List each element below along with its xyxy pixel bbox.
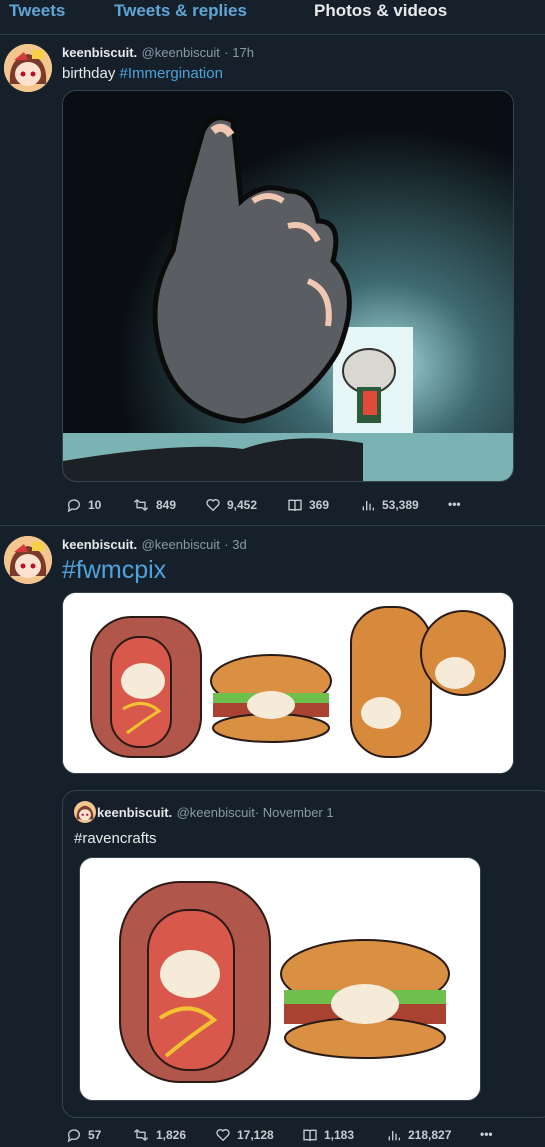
like-button[interactable]: 17,128	[215, 1127, 274, 1143]
avatar-icon	[4, 44, 52, 92]
like-count: 17,128	[237, 1128, 274, 1142]
avatar[interactable]	[4, 44, 52, 92]
reply-icon	[67, 1129, 80, 1143]
reply-icon	[67, 499, 80, 513]
quoted-author-name: keenbiscuit.	[97, 805, 173, 820]
tweet-text: birthday #Immergination	[62, 65, 223, 82]
tweet-text: #fwmcpix	[62, 556, 166, 585]
retweet-count: 1,826	[156, 1128, 187, 1142]
like-button[interactable]: 9,452	[205, 497, 257, 513]
tweet-divider	[0, 525, 545, 526]
middle-finger-illustration	[63, 91, 513, 481]
reply-button[interactable]: 10	[66, 497, 101, 513]
bookmark-button[interactable]: 1,183	[302, 1127, 354, 1143]
avatar[interactable]	[4, 536, 52, 584]
quoted-tweet[interactable]: keenbiscuit. @keenbiscuit· November 1 #r…	[62, 790, 545, 1118]
retweet-button[interactable]: 1,826	[132, 1127, 186, 1143]
retweet-button[interactable]: 849	[132, 497, 176, 513]
avatar-icon	[4, 536, 52, 584]
reply-button[interactable]: 57	[66, 1127, 101, 1143]
like-icon	[216, 1129, 230, 1142]
more-icon[interactable]: •••	[480, 1127, 493, 1141]
views-button[interactable]: 53,389	[360, 497, 419, 513]
quoted-tweet-header: keenbiscuit. @keenbiscuit· November 1	[97, 804, 334, 822]
like-count: 9,452	[227, 498, 258, 512]
hashtag-link[interactable]: #fwmcpix	[62, 556, 166, 584]
retweet-icon	[133, 499, 149, 511]
like-icon	[206, 499, 220, 512]
reply-count: 10	[88, 498, 102, 512]
views-icon	[362, 501, 374, 511]
food-costume-illustration	[63, 593, 513, 773]
quoted-tweet-time: · November 1	[254, 805, 334, 820]
profile-tabs: Tweets Tweets & replies Photos & videos	[0, 0, 545, 35]
bookmark-button[interactable]: 369	[287, 497, 329, 513]
views-count: 218,827	[408, 1128, 452, 1142]
hashtag-link[interactable]: #Immergination	[120, 65, 223, 82]
hotdog-burger-illustration	[80, 858, 480, 1100]
views-count: 53,389	[382, 498, 419, 512]
bookmark-icon	[288, 499, 302, 512]
tweet-image[interactable]	[62, 592, 514, 774]
more-icon[interactable]: •••	[448, 497, 461, 511]
reply-count: 57	[88, 1128, 102, 1142]
avatar-icon	[74, 801, 96, 823]
tweet-time[interactable]: · 3d	[224, 537, 246, 552]
bookmark-count: 369	[309, 498, 330, 512]
tweet-header: keenbiscuit. @keenbiscuit · 17h	[62, 44, 254, 62]
quoted-tweet-text: #ravencrafts	[74, 830, 157, 847]
views-button[interactable]: 218,827	[386, 1127, 451, 1143]
views-icon	[388, 1131, 400, 1141]
quoted-author-handle: @keenbiscuit	[176, 805, 255, 820]
author-name[interactable]: keenbiscuit.	[62, 537, 137, 552]
tweet-header: keenbiscuit. @keenbiscuit · 3d	[62, 536, 247, 554]
author-handle[interactable]: @keenbiscuit	[142, 45, 220, 60]
tweet-text-body: birthday	[62, 65, 116, 82]
author-handle[interactable]: @keenbiscuit	[142, 537, 220, 552]
quoted-tweet-image[interactable]	[79, 857, 481, 1101]
author-name[interactable]: keenbiscuit.	[62, 45, 137, 60]
tweet-image[interactable]	[62, 90, 514, 482]
tab-tweets-and-replies[interactable]: Tweets & replies	[114, 1, 247, 21]
retweet-icon	[133, 1129, 149, 1141]
tweet-time[interactable]: · 17h	[224, 45, 254, 60]
tab-tweets[interactable]: Tweets	[9, 1, 65, 21]
retweet-count: 849	[156, 498, 177, 512]
tab-photos-videos[interactable]: Photos & videos	[314, 1, 447, 21]
bookmark-icon	[303, 1129, 317, 1142]
bookmark-count: 1,183	[324, 1128, 355, 1142]
